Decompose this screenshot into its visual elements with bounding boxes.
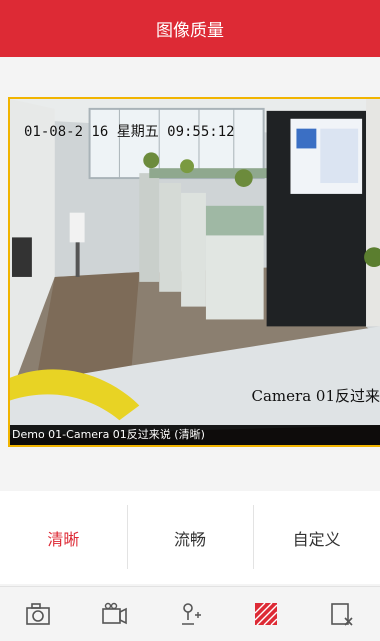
close-window-button[interactable] xyxy=(324,596,360,632)
quality-selector: 清晰 流畅 自定义 xyxy=(0,491,380,584)
quality-option-clear[interactable]: 清晰 xyxy=(0,491,127,584)
quality-icon xyxy=(252,600,280,628)
quality-option-custom[interactable]: 自定义 xyxy=(253,491,380,584)
page-title: 图像质量 xyxy=(156,16,224,41)
quality-button[interactable] xyxy=(248,596,284,632)
quality-option-smooth[interactable]: 流畅 xyxy=(127,491,254,584)
ptz-icon xyxy=(176,600,204,628)
video-record-icon xyxy=(100,600,128,628)
video-caption: Demo 01-Camera 01反过来说 (清晰) xyxy=(10,425,380,445)
close-window-icon xyxy=(328,600,356,628)
osd-timestamp: 01-08-2 16 星期五 09:55:12 xyxy=(24,121,235,141)
record-button[interactable] xyxy=(96,596,132,632)
video-player[interactable]: 01-08-2 16 星期五 09:55:12 Camera 01反过来 Dem… xyxy=(8,97,380,447)
osd-camera-name: Camera 01反过来 xyxy=(252,385,380,406)
header-bar: 图像质量 xyxy=(0,0,380,57)
bottom-toolbar xyxy=(0,586,380,641)
camera-icon xyxy=(24,600,52,628)
ptz-button[interactable] xyxy=(172,596,208,632)
snapshot-button[interactable] xyxy=(20,596,56,632)
